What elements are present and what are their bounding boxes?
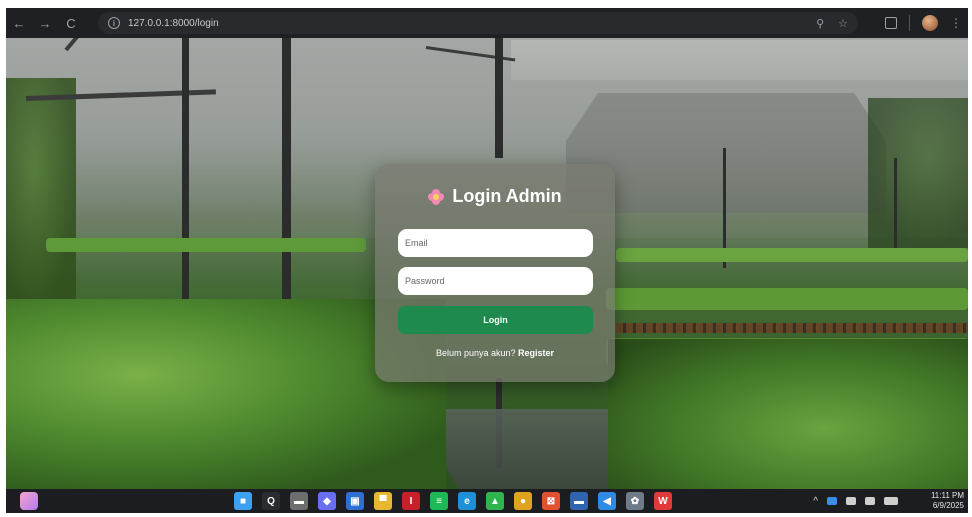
taskbar: ■ Q ▬ ◆ ▣ ▀ I ≡ e ▲ ● ⊠ ▬ ◀ ✿ W ^ 11:11 PM 6/9/2025 [6,489,968,513]
tray-chevron-icon[interactable]: ^ [813,496,818,507]
bookmark-star-icon[interactable]: ☆ [838,17,848,30]
register-prompt: Belum punya akun? [435,348,516,358]
task-view-icon[interactable]: ▬ [290,492,308,510]
browser-menu-icon[interactable]: ⋮ [950,16,962,30]
back-icon[interactable]: ← [6,8,32,38]
wps-icon[interactable]: W [654,492,672,510]
calendar-icon[interactable]: ▣ [346,492,364,510]
background-pole [182,38,189,328]
login-title: Login Admin [452,186,562,206]
zoom-icon[interactable]: ⚲ [816,17,824,30]
chrome-icon[interactable]: ● [514,492,532,510]
background-foreground-leaves-right [608,339,968,489]
copilot-icon[interactable]: ◆ [318,492,336,510]
background-tree-right [868,98,968,248]
settings-icon[interactable]: ✿ [626,492,644,510]
background-pole [894,158,897,258]
email-field[interactable] [398,229,593,257]
widgets-icon[interactable] [20,492,38,510]
terminal-icon[interactable]: ▬ [570,492,588,510]
app-orange-icon[interactable]: ⊠ [542,492,560,510]
file-explorer-icon[interactable]: ▀ [374,492,392,510]
battery-icon[interactable] [884,497,898,505]
address-bar-actions: ⚲ ☆ [816,12,848,34]
search-icon[interactable]: Q [262,492,280,510]
site-info-icon[interactable]: i [108,17,120,29]
browser-actions: ⋮ [885,8,962,38]
browser-toolbar: ← → C i 127.0.0.1:8000/login ⚲ ☆ ⋮ [6,8,968,38]
extensions-icon[interactable] [885,17,897,29]
address-bar[interactable]: i 127.0.0.1:8000/login ⚲ ☆ [98,12,858,34]
toolbar-divider [909,15,910,31]
onedrive-icon[interactable] [827,497,837,505]
system-tray: ^ [813,492,898,510]
register-prompt-line: Belum punya akun? Register [375,348,615,358]
edge-icon[interactable]: e [458,492,476,510]
profile-avatar-icon[interactable] [922,15,938,31]
wifi-icon[interactable] [846,497,856,505]
background-pole [495,38,503,158]
windows-start-icon[interactable]: ■ [234,492,252,510]
background-plant-row [46,238,366,252]
url-text[interactable]: 127.0.0.1:8000/login [128,18,219,29]
background-plant-row [606,288,968,310]
volume-icon[interactable] [865,497,875,505]
taskbar-apps: ■ Q ▬ ◆ ▣ ▀ I ≡ e ▲ ● ⊠ ▬ ◀ ✿ W [234,492,672,510]
screen: ← → C i 127.0.0.1:8000/login ⚲ ☆ ⋮ Login… [6,8,968,513]
forward-icon[interactable]: → [32,8,58,38]
register-link[interactable]: Register [518,348,554,358]
background-plant-row [616,248,968,262]
background-tree-left [6,78,76,308]
background-pots [616,323,968,333]
clock-date: 6/9/2025 [932,501,964,510]
flower-icon [428,188,445,205]
clock-time: 11:11 PM [930,491,964,500]
spotify-icon[interactable]: ≡ [430,492,448,510]
login-button[interactable]: Login [398,306,593,334]
store-badge-icon[interactable]: ▲ [486,492,504,510]
reload-icon[interactable]: C [58,8,84,38]
login-card: Login Admin Login Belum punya akun? Regi… [375,164,615,382]
page-viewport: Login Admin Login Belum punya akun? Regi… [6,38,968,489]
login-header: Login Admin [375,186,615,207]
clock[interactable]: 11:11 PM 6/9/2025 [908,491,964,511]
app-red-icon[interactable]: I [402,492,420,510]
password-field[interactable] [398,267,593,295]
vscode-icon[interactable]: ◀ [598,492,616,510]
